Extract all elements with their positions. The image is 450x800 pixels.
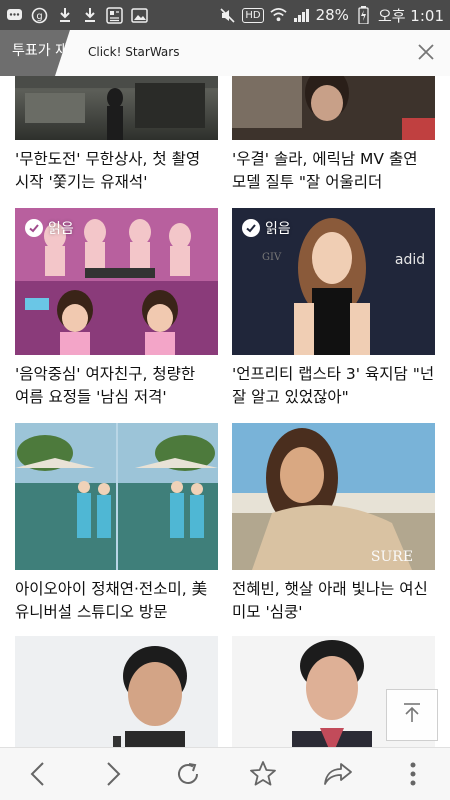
image-icon [131, 7, 148, 24]
check-icon [25, 219, 43, 237]
back-icon[interactable] [18, 754, 58, 794]
mute-icon [219, 7, 236, 24]
refresh-icon[interactable] [168, 754, 208, 794]
article-thumbnail: adid GIV 읽음 [232, 208, 435, 355]
bookmark-star-icon[interactable] [243, 754, 283, 794]
clock: 오후 1:01 [377, 6, 444, 25]
tab-title: Click! StarWars [88, 45, 180, 59]
article-grid: '무한도전' 무한상사, 첫 촬영 시작 '쫓기는 유재석' '우결' 솔라, … [0, 76, 450, 747]
news-app-icon [106, 6, 123, 24]
message-icon [6, 7, 23, 24]
article-thumbnail: 읽음 [15, 208, 218, 355]
article-card[interactable]: 아이오아이 정채연·전소미, 美 유니버설 스튜디오 방문 [15, 423, 218, 624]
download-icon-2 [81, 7, 98, 24]
read-label: 읽음 [265, 221, 291, 237]
article-card[interactable]: 읽음 '음악중심' 여자친구, 청량한 여름 요정들 '남심 저격' [15, 208, 218, 409]
article-thumbnail [15, 636, 218, 747]
more-options-icon[interactable] [393, 754, 433, 794]
close-tab-icon[interactable] [414, 40, 438, 64]
arrow-up-icon [400, 701, 424, 729]
scroll-to-top-button[interactable] [386, 689, 438, 741]
read-badge: 읽음 [242, 218, 291, 238]
article-title: 전혜빈, 햇살 아래 빛나는 여신 미모 '심쿵' [232, 580, 428, 621]
forward-icon[interactable] [93, 754, 133, 794]
hd-badge: HD [242, 7, 264, 23]
article-thumbnail [15, 76, 218, 140]
article-title: '우결' 솔라, 에릭남 MV 출연 모델 질투 "잘 어울리더 [232, 150, 418, 191]
signal-icon [293, 7, 310, 24]
article-card[interactable] [15, 636, 218, 747]
tab-bar: 투표가 재 Click! StarWars [0, 30, 450, 76]
article-title: '음악중심' 여자친구, 청량한 여름 요정들 '남심 저격' [15, 365, 196, 406]
read-badge: 읽음 [25, 218, 74, 238]
wifi-icon [269, 7, 287, 24]
battery-percent: 28% [315, 6, 349, 24]
status-bar: g HD 28% 오후 1:01 [0, 0, 450, 30]
article-title: '무한도전' 무한상사, 첫 촬영 시작 '쫓기는 유재석' [15, 150, 201, 191]
article-thumbnail [15, 423, 218, 570]
share-icon[interactable] [318, 754, 358, 794]
article-title: '언프리티 랩스타 3' 육지담 "넌 잘 알고 있었잖아" [232, 365, 435, 406]
article-card[interactable]: '무한도전' 무한상사, 첫 촬영 시작 '쫓기는 유재석' [15, 76, 218, 194]
battery-charging-icon [355, 6, 372, 24]
article-card[interactable]: adid GIV 읽음 '언프리티 랩스타 3' 육지담 "넌 잘 알고 있었잖… [232, 208, 435, 409]
article-thumbnail [232, 76, 435, 140]
svg-text:g: g [36, 11, 42, 22]
magazine-watermark: SURE [371, 549, 413, 565]
svg-text:GIV: GIV [262, 252, 282, 263]
download-icon [56, 7, 73, 24]
browser-toolbar [0, 747, 450, 800]
g-app-icon: g [31, 7, 48, 24]
check-icon [242, 219, 260, 237]
article-thumbnail: SURE [232, 423, 435, 570]
brand-watermark: adid [395, 252, 425, 268]
article-card[interactable]: SURE 전혜빈, 햇살 아래 빛나는 여신 미모 '심쿵' [232, 423, 435, 624]
read-label: 읽음 [48, 221, 74, 237]
article-card[interactable]: '우결' 솔라, 에릭남 MV 출연 모델 질투 "잘 어울리더 [232, 76, 435, 194]
article-title: 아이오아이 정채연·전소미, 美 유니버설 스튜디오 방문 [15, 580, 208, 621]
